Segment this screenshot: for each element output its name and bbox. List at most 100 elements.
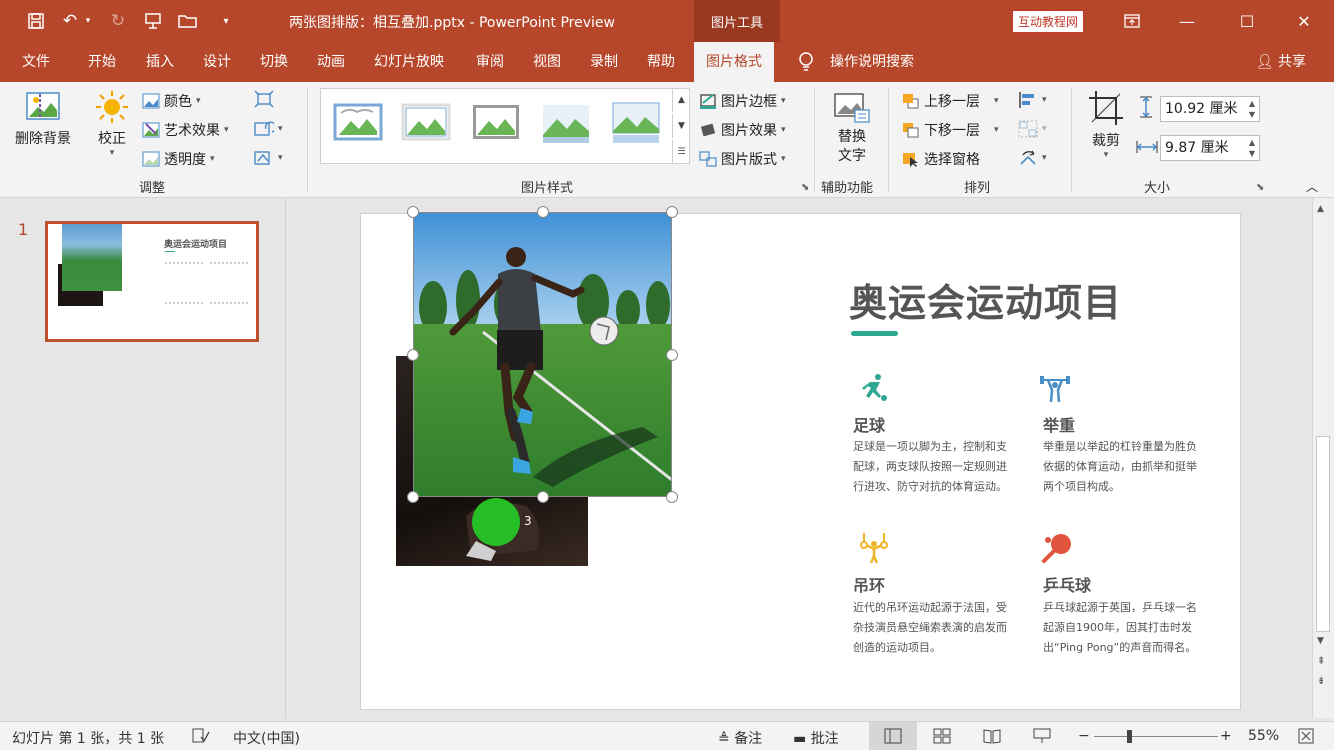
gallery-scroll-down-icon[interactable]: ▼ (672, 114, 690, 138)
scroll-down-icon[interactable]: ▼ (1317, 636, 1324, 646)
height-field[interactable]: 10.92 厘米 ▲ ▼ (1160, 96, 1260, 122)
redo-icon[interactable]: ↻ (104, 8, 132, 34)
zoom-in-icon[interactable]: + (1220, 728, 1232, 744)
picture-effects-button[interactable]: 图片效果 ▾ (699, 120, 786, 140)
transparency-button[interactable]: 透明度 ▾ (142, 149, 215, 169)
slideshow-view-icon[interactable] (1033, 728, 1051, 748)
resize-handle-top[interactable] (537, 206, 549, 218)
sport-desc-weightlifting[interactable]: 举重是以举起的杠铃重量为胜负依据的体育运动，由抓举和挺举两个项目构成。 (1043, 437, 1203, 497)
zoom-level[interactable]: 55% (1248, 728, 1279, 744)
picture-style-4[interactable] (541, 101, 591, 145)
resize-handle-right[interactable] (666, 349, 678, 361)
slide-thumbnail[interactable]: 奥运会运动项目 (45, 221, 259, 342)
slide-sorter-icon[interactable] (933, 728, 951, 748)
slide-title[interactable]: 奥运会运动项目 (849, 272, 1122, 327)
change-picture-button[interactable]: ▾ (254, 120, 283, 138)
zoom-slider[interactable] (1094, 730, 1218, 743)
tab-review[interactable]: 审阅 (476, 42, 504, 82)
crop-button[interactable]: 裁剪 ▾ (1082, 90, 1130, 160)
undo-dropdown-icon[interactable]: ▾ (80, 8, 96, 34)
reset-picture-button[interactable]: ▾ (254, 149, 283, 167)
tab-slideshow[interactable]: 幻灯片放映 (374, 42, 444, 82)
tab-help[interactable]: 帮助 (647, 42, 675, 82)
picture-layout-button[interactable]: 图片版式 ▾ (699, 149, 786, 169)
resize-handle-bottom-right[interactable] (666, 491, 678, 503)
comments-button[interactable]: ▬ 批注 (793, 728, 839, 748)
scrollbar-thumb[interactable] (1316, 436, 1330, 632)
maximize-icon[interactable]: ☐ (1224, 0, 1270, 42)
sport-name-rings[interactable]: 吊环 (853, 572, 885, 596)
sport-desc-ping-pong[interactable]: 乒乓球起源于英国，乒乓球一名起源自1900年，因其打击时发出“Ping Pong… (1043, 598, 1203, 658)
align-button[interactable]: ▾ (1018, 91, 1047, 109)
tab-transitions[interactable]: 切换 (260, 42, 288, 82)
alt-text-button[interactable]: 替换 文字 (826, 92, 878, 166)
resize-handle-left[interactable] (407, 349, 419, 361)
sport-desc-soccer[interactable]: 足球是一项以脚为主，控制和支配球，两支球队按照一定规则进行进攻、防守对抗的体育运… (853, 437, 1013, 497)
collapse-ribbon-icon[interactable]: ︿ (1306, 178, 1318, 195)
normal-view-button[interactable] (869, 722, 917, 750)
customize-toolbar-icon[interactable]: ▾ (212, 8, 240, 34)
sport-name-weightlifting[interactable]: 举重 (1043, 412, 1075, 436)
gallery-more-icon[interactable]: ☰ (672, 140, 690, 164)
notes-button[interactable]: ≜ 备注 (718, 728, 762, 748)
sport-name-soccer[interactable]: 足球 (853, 412, 885, 436)
zoom-slider-thumb[interactable] (1127, 730, 1132, 743)
rotate-button[interactable]: ▾ (1018, 149, 1047, 167)
picture-border-button[interactable]: 图片边框 ▾ (699, 91, 786, 111)
fit-to-window-icon[interactable] (1298, 728, 1314, 748)
selected-photo[interactable] (413, 212, 672, 497)
tab-view[interactable]: 视图 (533, 42, 561, 82)
group-objects-button[interactable]: ▾ (1018, 120, 1047, 138)
gallery-scroll-up-icon[interactable]: ▲ (672, 88, 690, 112)
share-button[interactable]: 👤︎ 共享 (1256, 42, 1306, 82)
close-icon[interactable]: ✕ (1281, 0, 1327, 42)
selection-pane-button[interactable]: 选择窗格 (902, 149, 980, 169)
zoom-out-icon[interactable]: − (1078, 728, 1090, 744)
picture-style-3[interactable] (471, 101, 521, 145)
resize-handle-top-right[interactable] (666, 206, 678, 218)
size-launcher-icon[interactable]: ⬊ (1256, 182, 1264, 193)
picture-styles-launcher-icon[interactable]: ⬊ (801, 182, 809, 193)
next-slide-icon[interactable]: ⇟ (1317, 676, 1325, 687)
spell-check-icon[interactable] (192, 728, 210, 748)
tab-animations[interactable]: 动画 (317, 42, 345, 82)
color-button[interactable]: 颜色 ▾ (142, 91, 201, 111)
normal-view-icon (884, 728, 902, 744)
save-icon[interactable] (22, 8, 50, 34)
artistic-effects-button[interactable]: 艺术效果 ▾ (142, 120, 229, 140)
tab-picture-format[interactable]: 图片格式 (694, 42, 774, 82)
tab-record[interactable]: 录制 (590, 42, 618, 82)
height-spinner-icon[interactable]: ▲ ▼ (1249, 98, 1255, 120)
language-indicator[interactable]: 中文(中国) (233, 728, 300, 748)
minimize-icon[interactable]: — (1164, 0, 1210, 42)
tab-file[interactable]: 文件 (22, 42, 50, 82)
tab-design[interactable]: 设计 (203, 42, 231, 82)
picture-style-2[interactable] (401, 101, 451, 145)
resize-handle-bottom-left[interactable] (407, 491, 419, 503)
previous-slide-icon[interactable]: ⇞ (1317, 656, 1325, 667)
scroll-up-icon[interactable]: ▲ (1317, 204, 1324, 214)
corrections-button[interactable]: 校正 ▾ (88, 90, 136, 158)
group-separator (1071, 88, 1072, 192)
compress-pictures-button[interactable] (254, 90, 274, 108)
sport-desc-rings[interactable]: 近代的吊环运动起源于法国，受杂技演员悬空绳索表演的启发而创造的运动项目。 (853, 598, 1013, 658)
ribbon-display-options-icon[interactable] (1109, 0, 1155, 42)
tab-insert[interactable]: 插入 (146, 42, 174, 82)
send-backward-button[interactable]: 下移一层 ▾ (902, 120, 999, 140)
sport-name-ping-pong[interactable]: 乒乓球 (1043, 572, 1091, 596)
remove-background-button[interactable]: 删除背景 (10, 90, 76, 148)
resize-handle-bottom[interactable] (537, 491, 549, 503)
open-folder-icon[interactable] (174, 8, 202, 34)
bring-forward-button[interactable]: 上移一层 ▾ (902, 91, 999, 111)
width-spinner-icon[interactable]: ▲ ▼ (1249, 137, 1255, 159)
tell-me-search[interactable]: 操作说明搜索 (830, 42, 914, 82)
width-field[interactable]: 9.87 厘米 ▲ ▼ (1160, 135, 1260, 161)
resize-handle-top-left[interactable] (407, 206, 419, 218)
start-slideshow-icon[interactable] (139, 8, 167, 34)
tab-home[interactable]: 开始 (88, 42, 116, 82)
picture-style-5[interactable] (611, 101, 661, 145)
alt-text-label-2: 文字 (838, 148, 866, 164)
vertical-scrollbar[interactable]: ▲ ▼ ⇞ ⇟ (1312, 198, 1334, 718)
picture-style-1[interactable] (333, 101, 383, 145)
reading-view-icon[interactable] (983, 728, 1001, 748)
